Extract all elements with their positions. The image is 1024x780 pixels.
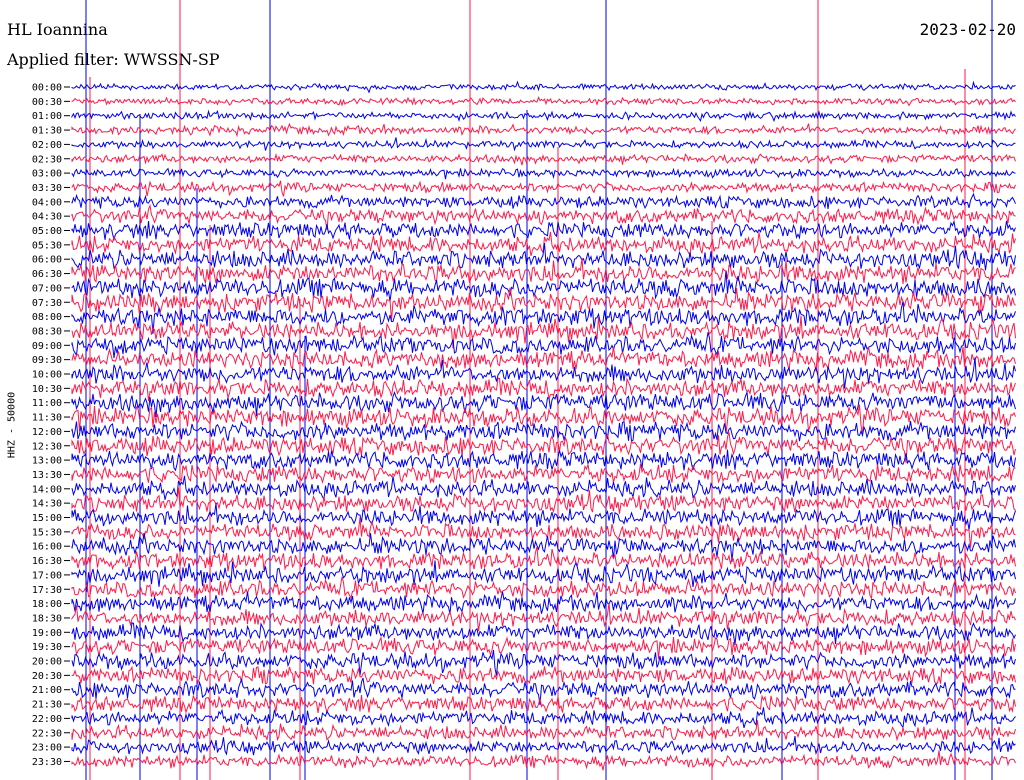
y-tick-label: 10:00 (32, 370, 62, 381)
helicorder-plot: 00:00 00:30 01:00 01:30 02:00 02:30 03:00 03:30… (32, 0, 1016, 780)
seismic-trace (71, 750, 1016, 771)
seismic-trace (71, 707, 1016, 729)
y-tick-label: 02:00 (32, 140, 62, 151)
y-tick-label: 11:30 (32, 413, 62, 424)
seismic-trace (71, 96, 1016, 107)
y-tick-label: 14:00 (32, 484, 62, 495)
seismic-trace (71, 203, 1016, 230)
y-tick-label: 04:30 (32, 212, 62, 223)
y-tick-label: 22:30 (32, 728, 62, 739)
y-tick-label: 21:00 (32, 685, 62, 696)
seismic-trace (71, 167, 1016, 180)
seismic-trace (71, 694, 1016, 715)
seismic-trace (71, 122, 1016, 138)
seismic-trace (71, 665, 1016, 685)
seismic-trace (71, 635, 1016, 660)
y-tick-label: 00:00 (32, 83, 62, 94)
y-tick-label: 18:30 (32, 613, 62, 624)
seismic-trace (71, 137, 1016, 152)
y-tick-label: 20:00 (32, 657, 62, 668)
y-tick-label: 10:30 (32, 384, 62, 395)
y-tick-label: 23:00 (32, 743, 62, 754)
y-tick-label: 17:00 (32, 570, 62, 581)
y-tick-label: 16:00 (32, 542, 62, 553)
seismic-trace (71, 560, 1016, 592)
y-tick-label: 11:00 (32, 398, 62, 409)
y-tick-label: 15:00 (32, 513, 62, 524)
y-tick-label: 01:30 (32, 126, 62, 137)
y-tick-label: 14:30 (32, 499, 62, 510)
y-tick-label: 12:00 (32, 427, 62, 438)
seismic-trace (71, 532, 1016, 562)
seismic-trace (71, 332, 1016, 359)
y-tick-label: 12:30 (32, 441, 62, 452)
y-tick-label: 22:00 (32, 714, 62, 725)
y-tick-label: 05:00 (32, 226, 62, 237)
seismic-trace (71, 192, 1016, 210)
y-tick-label: 06:30 (32, 269, 62, 280)
y-tick-label: 04:00 (32, 197, 62, 208)
y-tick-label: 00:30 (32, 97, 62, 108)
seismic-trace (71, 736, 1016, 756)
seismic-trace (71, 219, 1016, 242)
y-tick-label: 08:30 (32, 326, 62, 337)
seismic-trace (71, 475, 1016, 501)
seismic-trace (71, 152, 1016, 166)
y-tick-label: 19:00 (32, 628, 62, 639)
y-tick-label: 20:30 (32, 671, 62, 682)
y-tick-label: 07:00 (32, 283, 62, 294)
y-tick-label: 01:00 (32, 111, 62, 122)
seismic-trace (71, 109, 1016, 123)
y-tick-label: 03:30 (32, 183, 62, 194)
seismic-trace (71, 463, 1016, 484)
y-tick-label: 23:30 (32, 757, 62, 768)
y-tick-label: 05:30 (32, 240, 62, 251)
seismic-trace (71, 517, 1016, 548)
y-tick-label: 09:30 (32, 355, 62, 366)
y-tick-label: 06:00 (32, 255, 62, 266)
y-tick-label: 07:30 (32, 298, 62, 309)
y-tick-label: 16:30 (32, 556, 62, 567)
y-tick-label: 15:30 (32, 527, 62, 538)
y-tick-label: 18:00 (32, 599, 62, 610)
seismic-trace (71, 80, 1016, 94)
y-tick-label: 17:30 (32, 585, 62, 596)
y-tick-label: 19:30 (32, 642, 62, 653)
y-tick-label: 13:00 (32, 456, 62, 467)
y-tick-label: 08:00 (32, 312, 62, 323)
y-tick-label: 13:30 (32, 470, 62, 481)
y-tick-label: 21:30 (32, 700, 62, 711)
y-tick-label: 03:00 (32, 169, 62, 180)
seismic-trace (71, 449, 1016, 472)
y-tick-label: 09:00 (32, 341, 62, 352)
seismic-trace (71, 346, 1016, 372)
y-tick-label: 02:30 (32, 154, 62, 165)
seismic-trace (71, 180, 1016, 197)
seismic-trace (71, 720, 1016, 742)
